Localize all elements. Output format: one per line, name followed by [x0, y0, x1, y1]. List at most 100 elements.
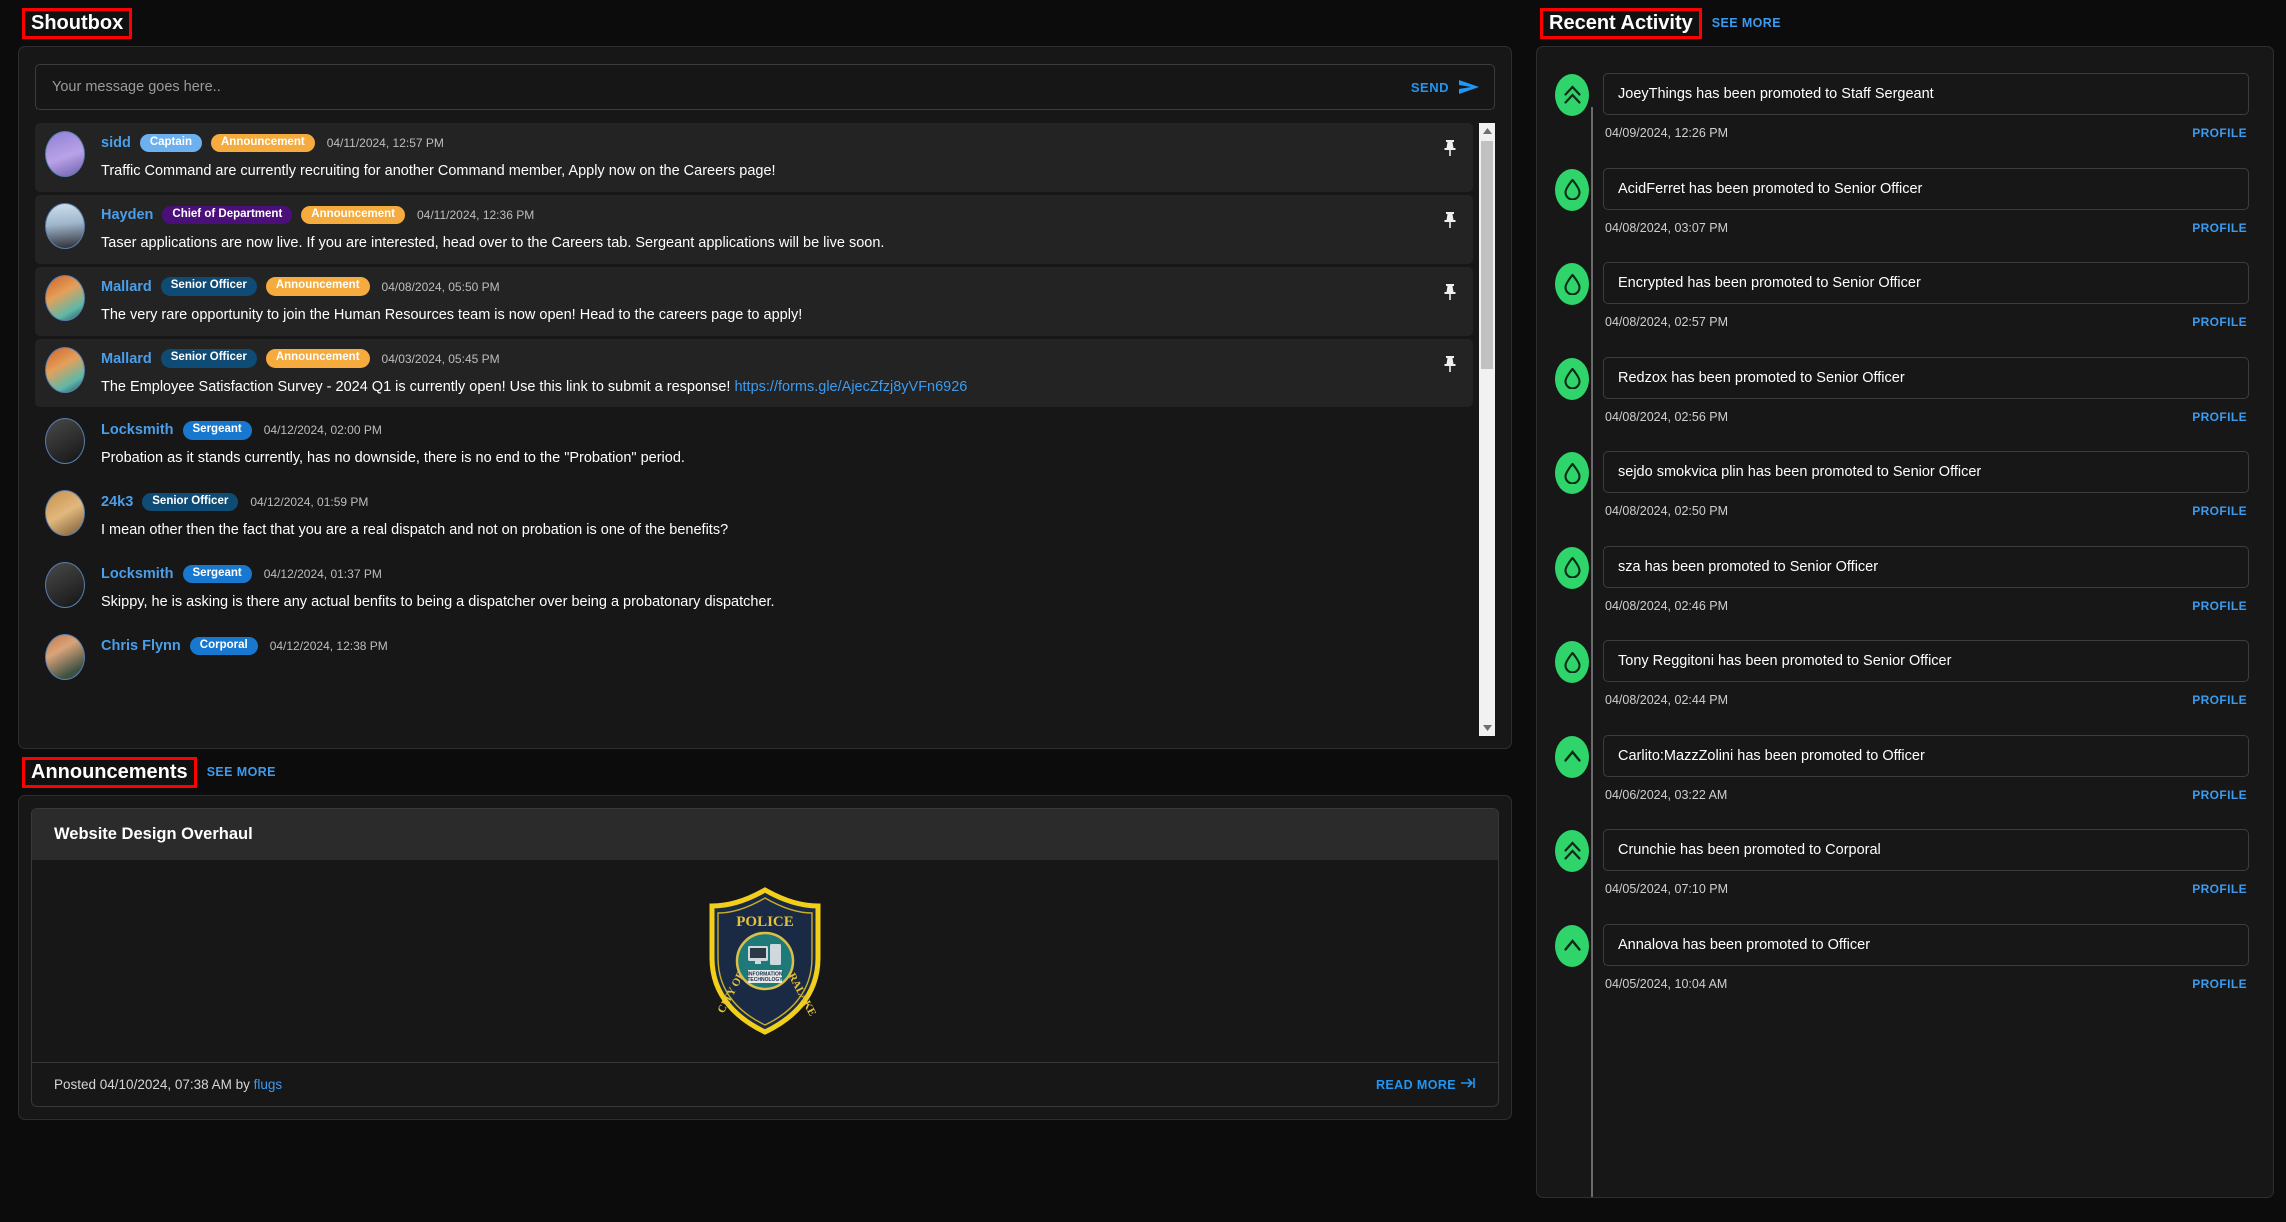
pin-icon[interactable] [1443, 283, 1457, 306]
announcement-posted-meta: Posted 04/10/2024, 07:38 AM by flugs [54, 1077, 282, 1092]
avatar[interactable] [45, 203, 85, 249]
announcement-card[interactable]: Website Design Overhaul POLICE CITY OF P… [31, 808, 1499, 1107]
left-column: Shoutbox SEND siddCaptainAnnouncement04/… [0, 0, 1530, 1222]
activity-profile-link[interactable]: PROFILE [2192, 126, 2247, 140]
activity-meta: 04/08/2024, 03:07 PMPROFILE [1603, 221, 2249, 235]
pin-icon[interactable] [1443, 139, 1457, 162]
activity-profile-link[interactable]: PROFILE [2192, 599, 2247, 613]
activity-profile-link[interactable]: PROFILE [2192, 788, 2247, 802]
avatar[interactable] [45, 418, 85, 464]
activity-profile-link[interactable]: PROFILE [2192, 221, 2247, 235]
avatar[interactable] [45, 634, 85, 680]
activity-text: Carlito:MazzZolini has been promoted to … [1603, 735, 2249, 777]
shoutbox-scrollbar[interactable] [1479, 123, 1495, 736]
activity-text: Crunchie has been promoted to Corporal [1603, 829, 2249, 871]
activity-meta: 04/08/2024, 02:56 PM PROFILE [1603, 410, 2249, 424]
activity-profile-link[interactable]: PROFILE [2192, 410, 2247, 424]
message-timestamp: 04/12/2024, 02:00 PM [264, 423, 382, 437]
activity-content: Encrypted has been promoted to Senior Of… [1603, 262, 2249, 329]
activity-item: AcidFerret has been promoted to Senior O… [1555, 168, 2249, 235]
activity-item: Tony Reggitoni has been promoted to Seni… [1555, 640, 2249, 707]
activity-timestamp: 04/08/2024, 02:56 PM [1605, 410, 1728, 424]
activity-meta: 04/08/2024, 02:57 PM PROFILE [1603, 315, 2249, 329]
double-chevron-up-icon [1555, 830, 1589, 872]
activity-profile-link[interactable]: PROFILE [2192, 504, 2247, 518]
scroll-down-arrow-icon[interactable] [1479, 720, 1495, 736]
message-header: HaydenChief of DepartmentAnnouncement04/… [101, 204, 1427, 226]
message-username[interactable]: Mallard [101, 279, 152, 295]
shoutbox-composer[interactable]: SEND [35, 64, 1495, 110]
dashboard-page: Shoutbox SEND siddCaptainAnnouncement04/… [0, 0, 2286, 1222]
activity-timestamp: 04/08/2024, 02:57 PM [1605, 315, 1728, 329]
avatar[interactable] [45, 131, 85, 177]
activity-text: Redzox has been promoted to Senior Offic… [1603, 357, 2249, 399]
message-text: Taser applications are now live. If you … [101, 234, 1427, 253]
chevron-up-icon [1555, 736, 1589, 778]
message-text: The Employee Satisfaction Survey - 2024 … [101, 378, 1427, 397]
message-username[interactable]: Locksmith [101, 566, 174, 582]
shoutbox-message: siddCaptainAnnouncement04/11/2024, 12:57… [35, 123, 1473, 192]
recent-activity-see-more-link[interactable]: SEE MORE [1712, 16, 1781, 30]
scroll-up-arrow-icon[interactable] [1479, 123, 1495, 139]
shoutbox-message: MallardSenior OfficerAnnouncement04/08/2… [35, 267, 1473, 336]
activity-text: Encrypted has been promoted to Senior Of… [1603, 262, 2249, 304]
activity-content: Crunchie has been promoted to Corporal 04… [1603, 829, 2249, 896]
avatar[interactable] [45, 490, 85, 536]
message-username[interactable]: Locksmith [101, 422, 174, 438]
announcement-badge: Announcement [266, 277, 370, 296]
announcement-heading: Website Design Overhaul [32, 809, 1498, 860]
activity-meta: 04/08/2024, 02:44 PM PROFILE [1603, 693, 2249, 707]
activity-profile-link[interactable]: PROFILE [2192, 882, 2247, 896]
message-header: MallardSenior OfficerAnnouncement04/08/2… [101, 276, 1427, 298]
avatar[interactable] [45, 562, 85, 608]
announcement-author-link[interactable]: flugs [254, 1077, 283, 1092]
paper-plane-icon [1458, 79, 1480, 95]
activity-content: Tony Reggitoni has been promoted to Seni… [1603, 640, 2249, 707]
droplet-icon [1555, 547, 1589, 589]
activity-text: AcidFerret has been promoted to Senior O… [1603, 168, 2249, 210]
pin-icon[interactable] [1443, 211, 1457, 234]
message-link[interactable]: https://forms.gle/AjecZfzj8yVFn6926 [734, 379, 967, 395]
activity-content: Redzox has been promoted to Senior Offic… [1603, 357, 2249, 424]
activity-content: sejdo smokvica plin has been promoted to… [1603, 451, 2249, 518]
announcement-badge: Announcement [211, 134, 315, 153]
avatar[interactable] [45, 275, 85, 321]
activity-timestamp: 04/09/2024, 12:26 PM [1605, 126, 1728, 140]
pin-icon[interactable] [1443, 355, 1457, 378]
activity-meta: 04/05/2024, 10:04 AMPROFILE [1603, 977, 2249, 991]
activity-meta: 04/05/2024, 07:10 PMPROFILE [1603, 882, 2249, 896]
message-username[interactable]: sidd [101, 135, 131, 151]
activity-content: AcidFerret has been promoted to Senior O… [1603, 168, 2249, 235]
activity-profile-link[interactable]: PROFILE [2192, 693, 2247, 707]
activity-content: Annalova has been promoted to Officer 04/… [1603, 924, 2249, 991]
announcement-posted-text: Posted 04/10/2024, 07:38 AM by [54, 1077, 254, 1092]
message-timestamp: 04/11/2024, 12:57 PM [327, 136, 444, 150]
activity-profile-link[interactable]: PROFILE [2192, 315, 2247, 329]
recent-activity-panel: JoeyThings has been promoted to Staff Se… [1536, 46, 2274, 1198]
announcements-see-more-link[interactable]: SEE MORE [207, 765, 276, 779]
shoutbox-message: LocksmithSergeant04/12/2024, 01:37 PMSki… [35, 554, 1473, 623]
activity-timestamp: 04/08/2024, 02:44 PM [1605, 693, 1728, 707]
message-username[interactable]: Chris Flynn [101, 638, 181, 654]
send-button[interactable]: SEND [1411, 79, 1480, 95]
message-username[interactable]: 24k3 [101, 494, 133, 510]
rank-badge: Senior Officer [142, 493, 238, 512]
activity-text: Annalova has been promoted to Officer [1603, 924, 2249, 966]
message-header: 24k3Senior Officer04/12/2024, 01:59 PM [101, 491, 1427, 513]
message-text: Probation as it stands currently, has no… [101, 449, 1427, 468]
shoutbox-scroll-area: siddCaptainAnnouncement04/11/2024, 12:57… [35, 123, 1495, 736]
message-username[interactable]: Hayden [101, 207, 153, 223]
announcements-panel: Website Design Overhaul POLICE CITY OF P… [18, 795, 1512, 1120]
message-username[interactable]: Mallard [101, 351, 152, 367]
recent-activity-title: Recent Activity [1540, 8, 1702, 39]
read-more-button[interactable]: READ MORE [1376, 1077, 1476, 1092]
scrollbar-thumb[interactable] [1481, 141, 1493, 369]
avatar[interactable] [45, 347, 85, 393]
shoutbox-message-input[interactable] [52, 79, 1411, 95]
announcement-image: POLICE CITY OF PARALAKE INFORMATION TECH… [32, 860, 1498, 1063]
rank-badge: Chief of Department [162, 206, 292, 225]
police-badge-icon: POLICE CITY OF PARALAKE INFORMATION TECH… [704, 886, 826, 1036]
activity-profile-link[interactable]: PROFILE [2192, 977, 2247, 991]
shoutbox-message: LocksmithSergeant04/12/2024, 02:00 PMPro… [35, 410, 1473, 479]
announcements-header: Announcements SEE MORE [18, 749, 1512, 795]
